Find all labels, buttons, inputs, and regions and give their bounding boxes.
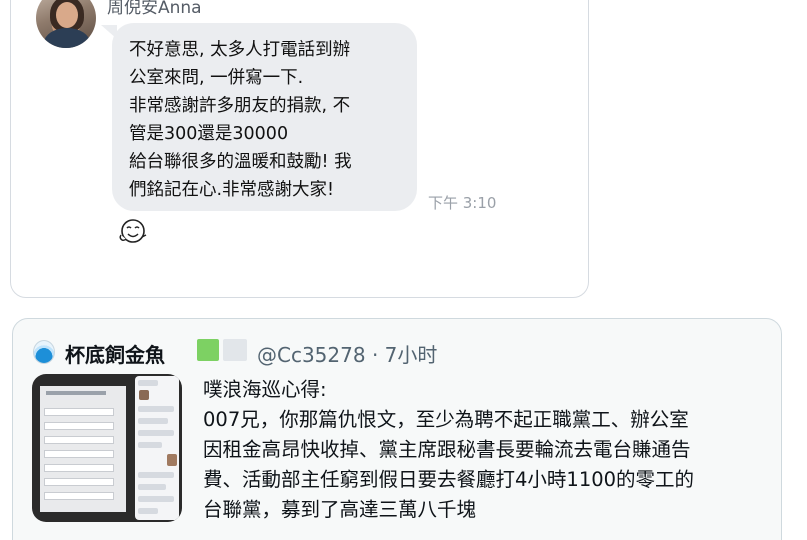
message-line: 給台聯很多的溫暖和鼓勵! 我 (129, 152, 352, 172)
document-screenshot (40, 386, 126, 512)
grey-square-emoji (223, 339, 247, 361)
chat-screenshot-card: 周倪安Anna 不好意思, 太多人打電話到辦 公室來問, 一併寫一下. 非常感謝… (10, 0, 589, 298)
quote-media-thumbnail[interactable] (32, 374, 182, 522)
quote-text-line: 因租金高昂快收掉、黨主席跟秘書長要輪流去電台賺通告 (203, 438, 691, 461)
quote-text-line: 台聯黨，募到了高達三萬八千塊 (203, 498, 477, 521)
quote-text-line: 費、活動部主任窮到假日要去餐廳打4小時1100的零工的 (203, 468, 695, 491)
message-line: 管是300還是30000 (129, 124, 289, 144)
sender-avatar (36, 0, 96, 48)
quote-tweet-text: 噗浪海巡心得: 007兄，你那篇仇恨文，至少為聘不起正職黨工、辦公室 因租金高昂… (203, 375, 773, 525)
quote-text-line: 噗浪海巡心得: (203, 378, 327, 401)
green-square-emoji (197, 339, 219, 361)
message-line: 非常感謝許多朋友的捐款, 不 (129, 96, 351, 116)
message-timestamp: 下午 3:10 (428, 194, 497, 212)
message-line: 不好意思, 太多人打電話到辦 (129, 40, 351, 60)
message-line: 們銘記在心.非常感謝大家! (129, 180, 335, 200)
quoted-tweet-card[interactable]: 杯底飼金魚 @Cc35278 · 7小时 噗浪海巡心得: 007兄，你那篇仇恨文… (12, 318, 782, 540)
smile-reaction-icon[interactable] (118, 217, 148, 245)
fishbowl-icon[interactable] (33, 340, 55, 364)
quote-author-name[interactable]: 杯底飼金魚 (65, 339, 165, 368)
quote-text-line: 007兄，你那篇仇恨文，至少為聘不起正職黨工、辦公室 (203, 408, 689, 431)
message-line: 公室來問, 一併寫一下. (129, 68, 304, 88)
quote-handle-time[interactable]: @Cc35278 · 7小时 (257, 339, 437, 368)
message-bubble: 不好意思, 太多人打電話到辦 公室來問, 一併寫一下. 非常感謝許多朋友的捐款,… (112, 23, 417, 211)
sender-name: 周倪安Anna (107, 0, 202, 18)
phone-screenshot (135, 376, 179, 520)
